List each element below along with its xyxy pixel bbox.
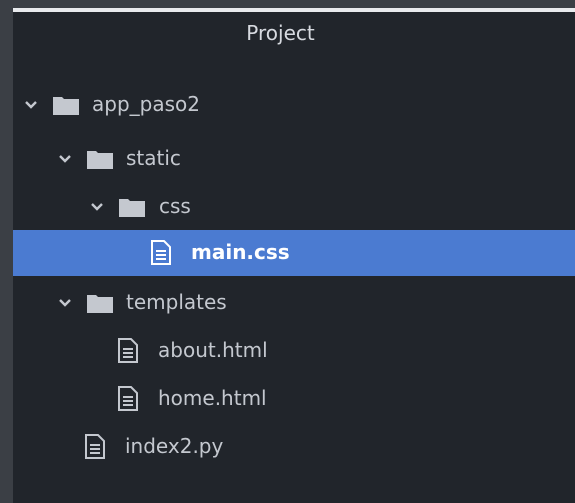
tree-item-main-css[interactable]: main.css bbox=[13, 230, 575, 276]
tree-item-css[interactable]: css bbox=[13, 184, 575, 230]
tree-item-label: main.css bbox=[191, 240, 290, 264]
file-icon bbox=[85, 434, 105, 459]
window-left-bar bbox=[0, 8, 13, 503]
tree-item-app-paso2[interactable]: app_paso2 bbox=[13, 82, 575, 128]
panel-title-text: Project bbox=[246, 21, 315, 45]
chevron-down-icon[interactable] bbox=[89, 199, 105, 215]
tree-item-label: static bbox=[126, 146, 181, 170]
tree-item-label: app_paso2 bbox=[92, 92, 200, 116]
tree-item-about-html[interactable]: about.html bbox=[13, 328, 575, 374]
tree-item-label: css bbox=[159, 194, 191, 218]
folder-icon bbox=[53, 97, 79, 115]
tree-item-label: templates bbox=[126, 290, 227, 314]
file-icon bbox=[151, 240, 171, 265]
tree-item-label: about.html bbox=[158, 338, 268, 362]
tree-item-home-html[interactable]: home.html bbox=[13, 376, 575, 422]
folder-icon bbox=[87, 295, 113, 313]
tree-item-static[interactable]: static bbox=[13, 136, 575, 182]
tree-item-label: index2.py bbox=[125, 434, 224, 458]
file-icon bbox=[118, 338, 138, 363]
panel-title: Project bbox=[0, 19, 575, 47]
tree-item-label: home.html bbox=[158, 386, 267, 410]
tree-item-index2-py[interactable]: index2.py bbox=[13, 424, 575, 470]
folder-icon bbox=[119, 199, 145, 217]
tree-item-templates[interactable]: templates bbox=[13, 280, 575, 326]
window-top-bar bbox=[0, 0, 575, 8]
file-icon bbox=[118, 386, 138, 411]
chevron-down-icon[interactable] bbox=[57, 295, 73, 311]
chevron-down-icon[interactable] bbox=[57, 151, 73, 167]
chevron-down-icon[interactable] bbox=[23, 97, 39, 113]
folder-icon bbox=[87, 151, 113, 169]
